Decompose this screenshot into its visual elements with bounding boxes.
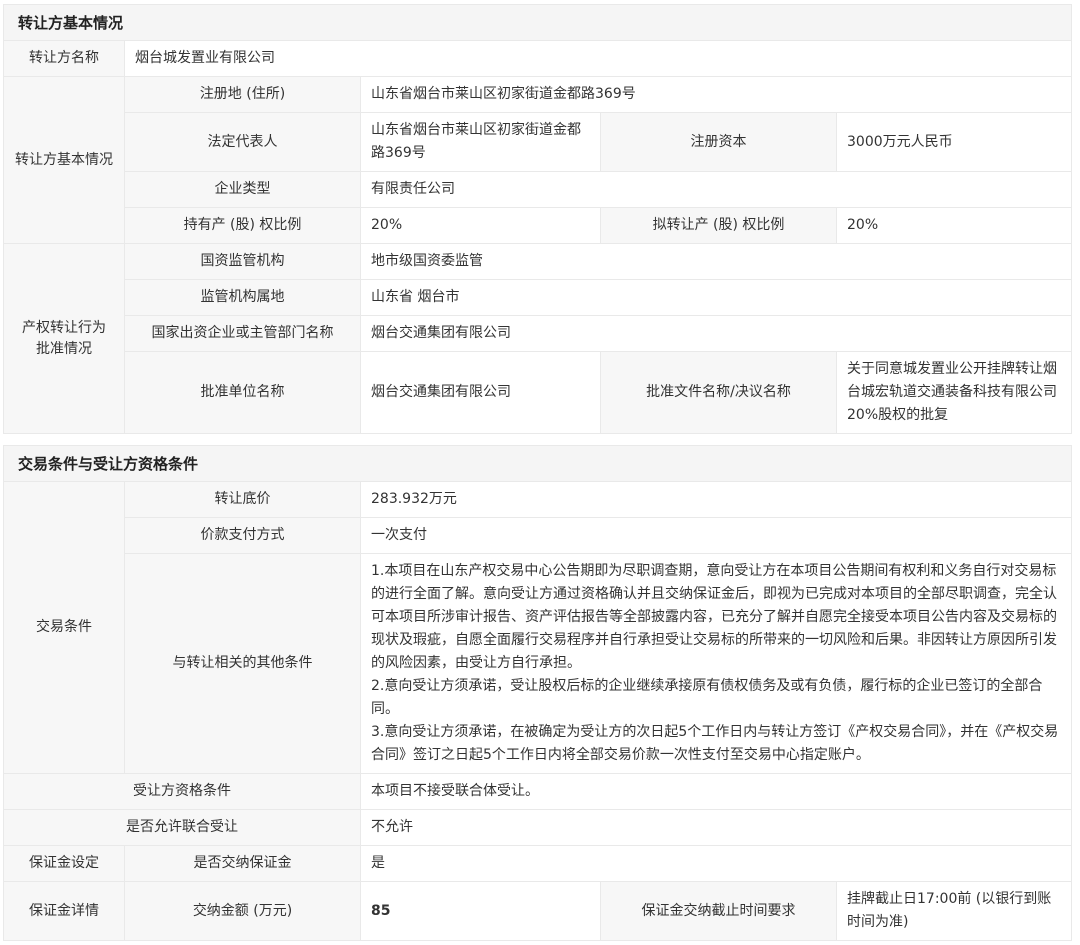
field-label-transfer-ratio: 拟转让产 (股) 权比例 — [601, 208, 837, 244]
field-value-sasac-body: 地市级国资委监管 — [361, 244, 1072, 280]
field-label-approval-unit: 批准单位名称 — [125, 352, 361, 434]
group-label-deposit-detail: 保证金详情 — [4, 882, 125, 941]
field-value-held-ratio: 20% — [361, 208, 601, 244]
group-label-approval-info: 产权转让行为 批准情况 — [4, 244, 125, 434]
group-label-deposit-setting: 保证金设定 — [4, 846, 125, 882]
page-content: 转让方基本情况 转让方名称 烟台城发置业有限公司 转让方基本情况 注册地 (住所… — [0, 0, 1080, 945]
field-value-transferor-name: 烟台城发置业有限公司 — [125, 41, 1072, 77]
field-value-company-type: 有限责任公司 — [361, 172, 1072, 208]
field-value-transfer-ratio: 20% — [837, 208, 1072, 244]
group-label-basic-info: 转让方基本情况 — [4, 77, 125, 244]
field-label-approval-doc: 批准文件名称/决议名称 — [601, 352, 837, 434]
field-value-other-conditions: 1.本项目在山东产权交易中心公告期即为尽职调查期，意向受让方在本项目公告期间有权… — [361, 554, 1072, 774]
field-value-floor-price: 283.932万元 — [361, 482, 1072, 518]
field-value-deposit-amount: 85 — [361, 882, 601, 941]
field-value-state-enterprise: 烟台交通集团有限公司 — [361, 316, 1072, 352]
field-value-deposit-required: 是 — [361, 846, 1072, 882]
field-value-joint-transfer: 不允许 — [361, 810, 1072, 846]
field-value-regulator-location: 山东省 烟台市 — [361, 280, 1072, 316]
field-value-qualification: 本项目不接受联合体受让。 — [361, 774, 1072, 810]
field-label-payment-method: 价款支付方式 — [125, 518, 361, 554]
field-label-transferor-name: 转让方名称 — [4, 41, 125, 77]
field-value-approval-doc: 关于同意城发置业公开挂牌转让烟台城宏轨道交通装备科技有限公司20%股权的批复 — [837, 352, 1072, 434]
field-label-held-ratio: 持有产 (股) 权比例 — [125, 208, 361, 244]
field-value-approval-unit: 烟台交通集团有限公司 — [361, 352, 601, 434]
field-label-sasac-body: 国资监管机构 — [125, 244, 361, 280]
transaction-conditions-table: 交易条件与受让方资格条件 交易条件 转让底价 283.932万元 价款支付方式 … — [3, 445, 1072, 941]
field-label-deposit-required: 是否交纳保证金 — [125, 846, 361, 882]
field-label-qualification: 受让方资格条件 — [4, 774, 361, 810]
section-title-conditions: 交易条件与受让方资格条件 — [4, 446, 1072, 482]
field-value-registered-capital: 3000万元人民币 — [837, 113, 1072, 172]
field-label-floor-price: 转让底价 — [125, 482, 361, 518]
field-label-deposit-amount: 交纳金额 (万元) — [125, 882, 361, 941]
field-value-legal-representative: 山东省烟台市莱山区初家街道金都路369号 — [361, 113, 601, 172]
field-label-regulator-location: 监管机构属地 — [125, 280, 361, 316]
field-value-payment-method: 一次支付 — [361, 518, 1072, 554]
field-label-state-enterprise: 国家出资企业或主管部门名称 — [125, 316, 361, 352]
field-label-legal-representative: 法定代表人 — [125, 113, 361, 172]
section-title-transferor: 转让方基本情况 — [4, 5, 1072, 41]
field-label-registered-address: 注册地 (住所) — [125, 77, 361, 113]
field-label-joint-transfer: 是否允许联合受让 — [4, 810, 361, 846]
transferor-info-table: 转让方基本情况 转让方名称 烟台城发置业有限公司 转让方基本情况 注册地 (住所… — [3, 4, 1072, 434]
field-label-other-conditions: 与转让相关的其他条件 — [125, 554, 361, 774]
field-label-deposit-deadline: 保证金交纳截止时间要求 — [601, 882, 837, 941]
field-label-company-type: 企业类型 — [125, 172, 361, 208]
field-value-registered-address: 山东省烟台市莱山区初家街道金都路369号 — [361, 77, 1072, 113]
group-label-transaction-conditions: 交易条件 — [4, 482, 125, 774]
field-label-registered-capital: 注册资本 — [601, 113, 837, 172]
field-value-deposit-deadline: 挂牌截止日17:00前 (以银行到账时间为准) — [837, 882, 1072, 941]
